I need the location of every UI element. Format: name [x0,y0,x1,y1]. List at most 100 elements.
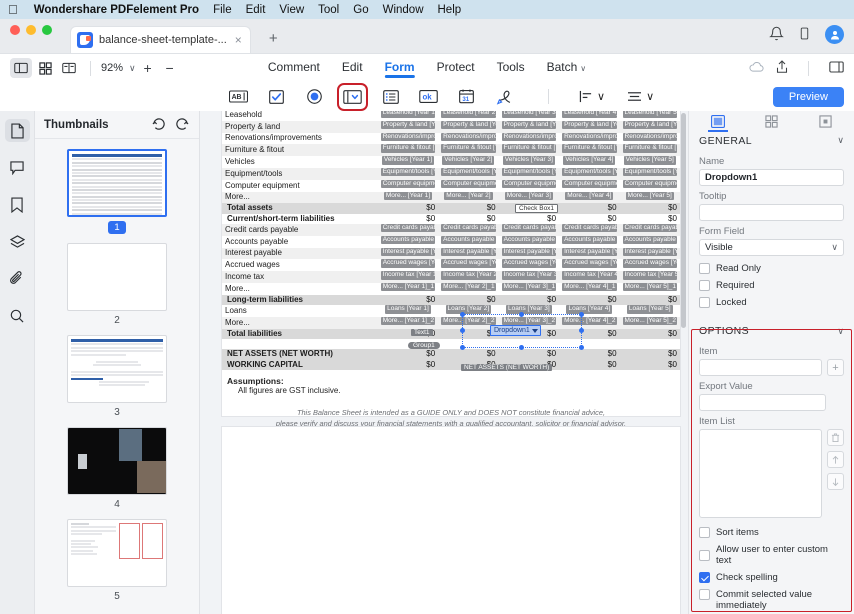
form-field-cell[interactable]: Furniture & fitout [Year 3] [498,144,560,157]
allow-custom-text-checkbox-row[interactable]: Allow user to enter custom text [689,541,854,569]
form-field-tag[interactable]: Income tax [Year 3] [501,271,557,280]
form-field-tag[interactable]: Renovations/improvements [Year 3] [501,132,557,142]
minimize-window-button[interactable] [26,24,36,35]
document-tab[interactable]: balance-sheet-template-... × [70,26,251,53]
form-field-tag[interactable]: More... [Year 2] [444,191,493,201]
form-field-tag[interactable]: Computer equipment [Year 2] [441,179,496,189]
form-field-cell[interactable]: Income tax [Year 3] [498,271,560,283]
form-field-tag[interactable]: Renovations/improvements [Year 4] [562,132,617,142]
group-field-widget[interactable]: Group1 [408,338,440,350]
form-field-tag[interactable]: Accrued wages [Year 2] [441,259,496,268]
add-item-button[interactable]: + [827,359,844,377]
rotate-left-icon[interactable] [152,117,167,132]
form-field-tag[interactable]: More... [Year 3]_1 [501,282,557,292]
account-avatar-icon[interactable] [825,25,844,44]
resize-handle-n[interactable] [519,312,524,317]
resize-handle-w[interactable] [460,328,465,333]
form-field-cell[interactable]: Computer equipment [Year 2] [438,179,498,192]
commit-immediately-checkbox-row[interactable]: Commit selected value immediately [689,586,854,614]
form-field-tag[interactable]: Interest payable [Year 2] [441,247,496,257]
thumbnail-page-4[interactable] [67,427,167,495]
form-field-cell[interactable]: Furniture & fitout [Year 2] [438,144,499,157]
form-field-cell[interactable]: Accounts payable [Year 5] [620,235,680,248]
form-field-tag[interactable]: Equipment/tools [Year 5] [622,167,677,177]
form-field-cell[interactable]: Credit cards payable [Year 4] [559,223,620,236]
form-field-tag[interactable]: Leasehold [Year 5] [622,111,677,118]
chevron-down-icon[interactable]: ∨ [837,326,844,337]
item-list-box[interactable] [699,429,822,519]
form-field-cell[interactable]: Loans [Year 1] [378,305,438,317]
bell-icon[interactable] [769,26,784,44]
form-field-cell[interactable]: Renovations/improvements [Year 1] [378,132,438,145]
form-field-cell[interactable]: Interest payable [Year 2] [438,247,499,260]
menu-item-window[interactable]: Window [383,4,424,16]
form-field-tag[interactable]: Income tax [Year 4] [562,271,617,280]
form-field-cell[interactable]: Leasehold [Year 1] [378,111,438,121]
form-field-tag[interactable]: Equipment/tools [Year 4] [562,167,617,177]
form-field-tag[interactable]: Property & land [Year 1] [380,120,436,130]
form-field-tag[interactable]: More... [Year 4] [565,191,614,201]
form-field-cell[interactable]: Loans [Year 5] [620,305,680,317]
move-up-icon[interactable] [827,451,844,469]
form-field-cell[interactable]: Credit cards payable [Year 5] [619,223,680,236]
form-field-cell[interactable]: Renovations/improvements [Year 5] [620,132,680,145]
form-field-tag[interactable]: More... [Year 2]_1 [441,282,496,292]
form-field-cell[interactable]: More... [Year 2]_1 [438,282,498,295]
form-field-cell[interactable]: Accounts payable [Year 2] [438,235,498,248]
comment-icon[interactable] [5,156,30,179]
sort-items-checkbox[interactable] [699,527,710,538]
single-page-view-icon[interactable] [10,58,32,78]
two-page-view-icon[interactable] [58,58,80,78]
form-field-tag[interactable]: Vehicles [Year 1] [381,156,435,165]
form-field-tag[interactable]: More... [Year 5] [625,191,674,201]
read-only-checkbox[interactable] [699,263,710,275]
form-field-cell[interactable]: Property & land [Year 3] [498,120,560,133]
form-field-cell[interactable]: Computer equipment [Year 1] [378,179,438,192]
form-field-cell[interactable]: Accounts payable [Year 1] [378,235,438,248]
date-field-tool[interactable]: 31 [456,88,477,106]
close-tab-icon[interactable]: × [235,33,242,47]
form-field-cell[interactable]: Vehicles [Year 1] [378,156,438,168]
net-assets-field-widget[interactable]: NET ASSETS (NET WORTH) [461,360,553,372]
close-window-button[interactable] [10,24,20,35]
form-field-cell[interactable]: Property & land [Year 4] [559,120,620,133]
tooltip-input[interactable] [699,203,844,221]
form-field-cell[interactable]: Leasehold [Year 3] [499,111,559,121]
form-field-tag[interactable]: Accounts payable [Year 1] [380,235,436,245]
form-field-cell[interactable]: Computer equipment [Year 5] [620,179,680,192]
form-field-cell[interactable]: Income tax [Year 4] [559,271,620,283]
bookmark-icon[interactable] [5,193,30,216]
form-field-cell[interactable]: Income tax [Year 1] [377,271,439,283]
form-field-cell[interactable]: Accounts payable [Year 3] [499,235,559,248]
form-field-tag[interactable]: Interest payable [Year 3] [501,247,557,257]
form-field-tag[interactable]: Equipment/tools [Year 1] [380,167,436,177]
layers-icon[interactable] [5,230,30,253]
form-field-select[interactable]: Visible ∨ [699,238,844,256]
form-field-cell[interactable]: Interest payable [Year 1] [377,247,439,260]
form-field-tag[interactable]: Interest payable [Year 4] [562,247,617,257]
pages-icon[interactable] [4,119,30,142]
commit-immediately-checkbox[interactable] [699,589,710,600]
thumbnail-item[interactable]: 2 [35,243,199,326]
form-field-tag[interactable]: Leasehold [Year 4] [562,111,617,118]
thumbnail-page-1[interactable] [67,149,167,217]
form-field-tag[interactable]: Renovations/improvements [Year 5] [622,132,677,142]
form-field-cell[interactable]: More... [Year 4] [559,191,620,204]
menu-item-help[interactable]: Help [438,4,462,16]
form-field-tag[interactable]: More... [Year 1] [383,191,433,201]
form-field-cell[interactable]: Equipment/tools [Year 4] [559,167,620,180]
form-field-cell[interactable]: Leasehold [Year 5] [620,111,680,121]
form-field-cell[interactable]: Income tax [Year 2] [438,271,499,283]
form-field-cell[interactable]: Renovations/improvements [Year 2] [438,132,498,145]
tab-form[interactable]: Form [384,60,415,78]
attachment-icon[interactable] [5,267,30,290]
allow-custom-text-checkbox[interactable] [699,549,710,561]
menu-item-edit[interactable]: Edit [246,4,266,16]
thumbnail-item[interactable]: 5 [35,519,199,602]
form-field-cell[interactable]: More... [Year 1] [377,191,439,204]
zoom-in-button[interactable]: + [138,60,158,76]
menu-item-file[interactable]: File [213,4,232,16]
appearance-tab[interactable] [764,114,780,129]
form-field-tag[interactable]: Renovations/improvements [Year 2] [441,132,496,142]
form-field-cell[interactable]: Credit cards payable [Year 2] [438,223,499,236]
